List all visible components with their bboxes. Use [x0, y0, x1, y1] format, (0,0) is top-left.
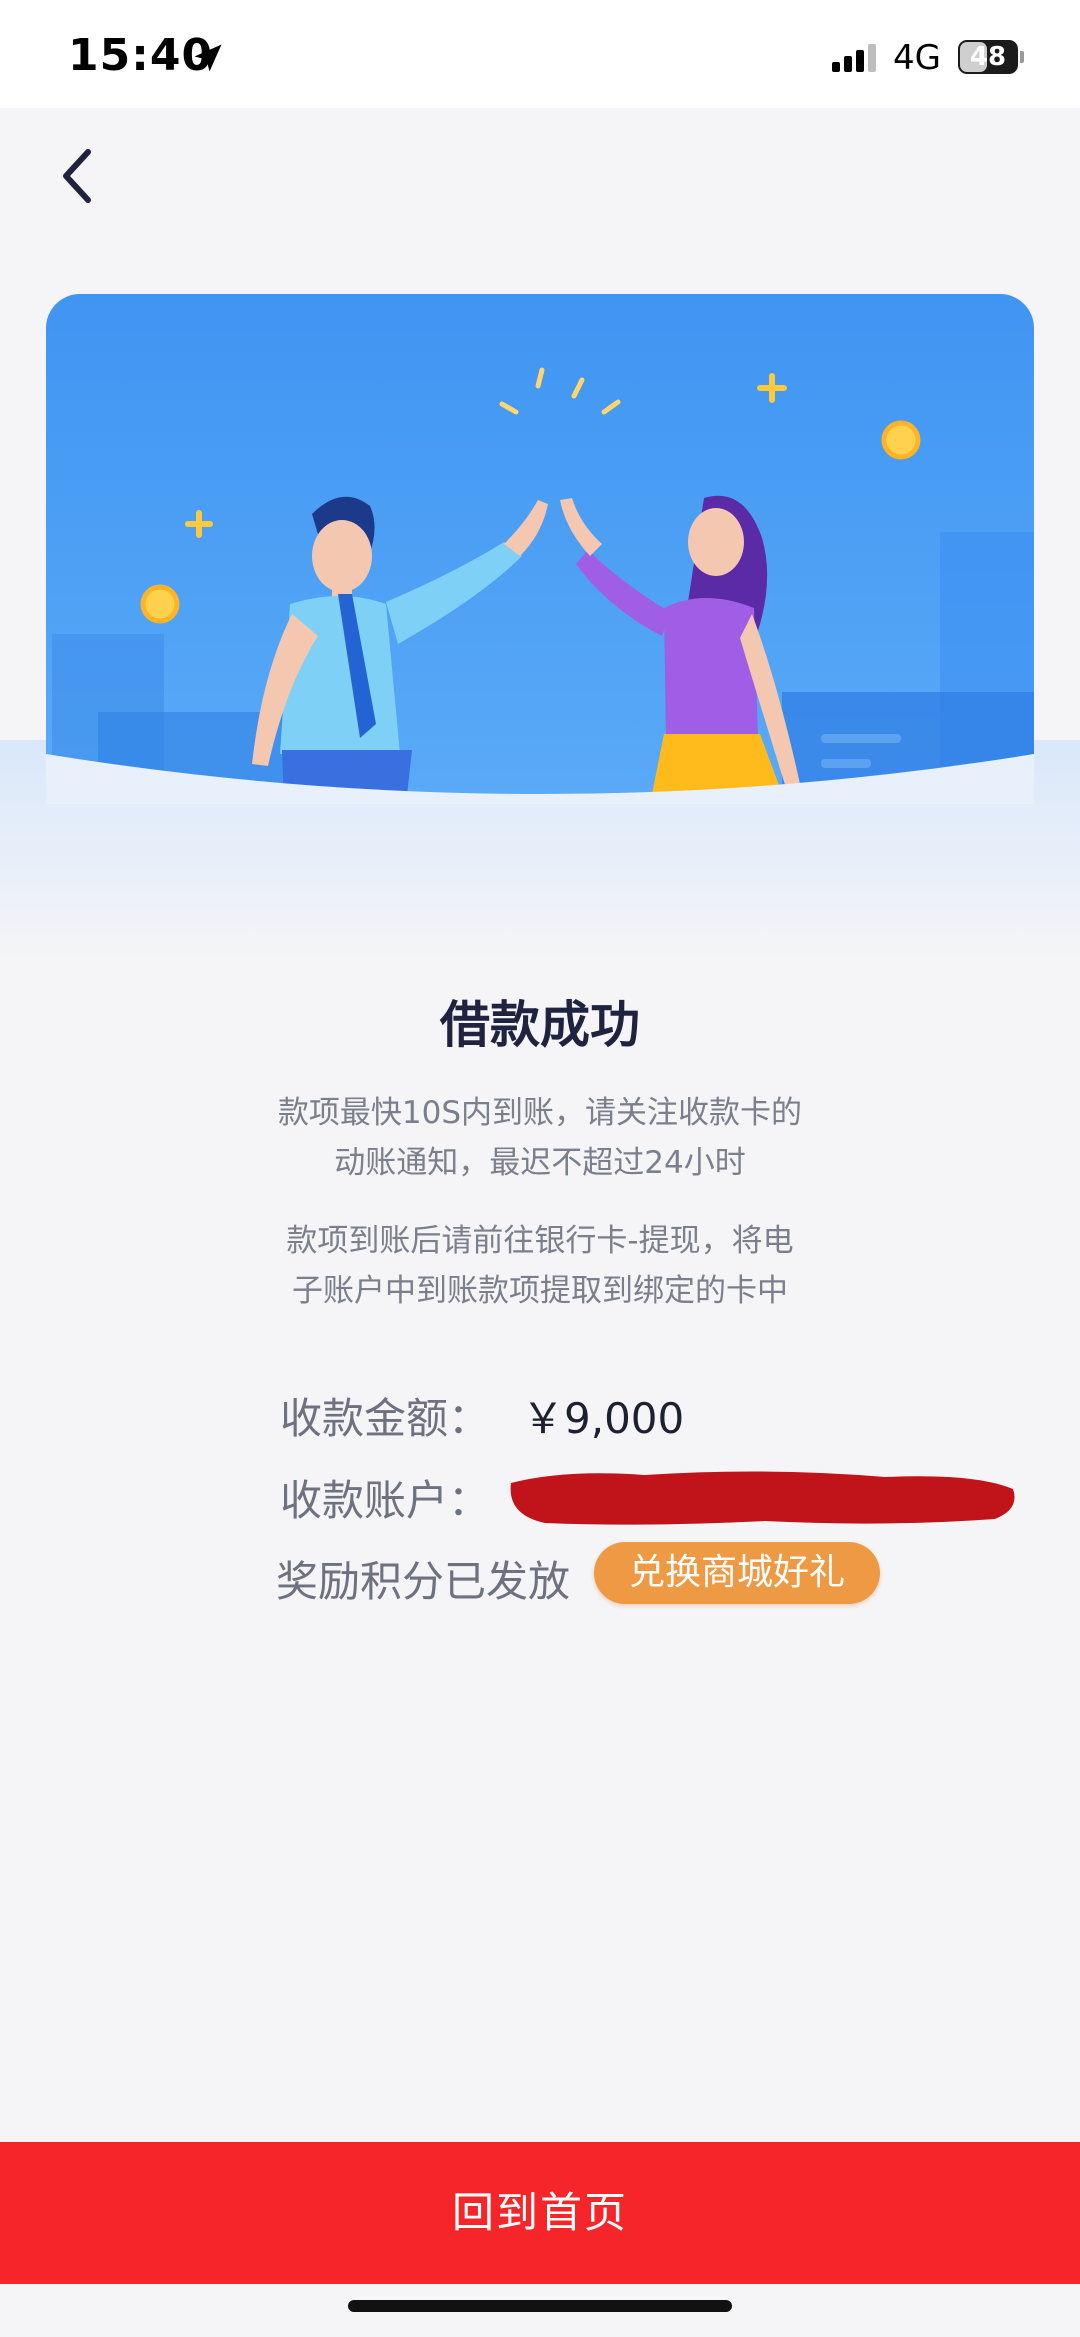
location-arrow-icon: [194, 44, 222, 72]
battery-level: 48: [969, 42, 1007, 72]
success-banner: [46, 294, 1034, 804]
amount-value: ￥9,000: [522, 1394, 685, 1443]
reward-label: 奖励积分已发放: [276, 1557, 571, 1606]
withdraw-notice-line-1: 款项到账后请前往银行卡-提现，将电: [286, 1223, 794, 1259]
status-bar: 15:40 4G 48: [0, 0, 1080, 108]
home-indicator: [348, 2300, 732, 2312]
signal-icon: [832, 44, 876, 72]
back-to-home-button[interactable]: 回到首页: [0, 2142, 1080, 2284]
withdraw-notice: 款项到账后请前往银行卡-提现，将电 子账户中到账款项提取到绑定的卡中: [240, 1216, 840, 1316]
withdraw-notice-line-2: 子账户中到账款项提取到绑定的卡中: [292, 1273, 788, 1309]
back-button[interactable]: [50, 140, 110, 212]
arrival-notice-line-1: 款项最快10S内到账，请关注收款卡的: [277, 1095, 803, 1131]
page-title: 借款成功: [440, 996, 640, 1054]
high-five-illustration: [46, 294, 1034, 804]
redeem-gifts-button[interactable]: 兑换商城好礼: [594, 1542, 880, 1604]
arrival-notice: 款项最快10S内到账，请关注收款卡的 动账通知，最迟不超过24小时: [240, 1088, 840, 1188]
network-type: 4G: [893, 38, 941, 78]
battery-icon: 48: [958, 40, 1024, 74]
account-redaction: [510, 1471, 1015, 1525]
chevron-left-icon: [63, 149, 91, 203]
arrival-notice-line-2: 动账通知，最迟不超过24小时: [334, 1145, 746, 1181]
amount-label: 收款金额：: [280, 1394, 491, 1443]
account-label: 收款账户：: [280, 1476, 491, 1525]
